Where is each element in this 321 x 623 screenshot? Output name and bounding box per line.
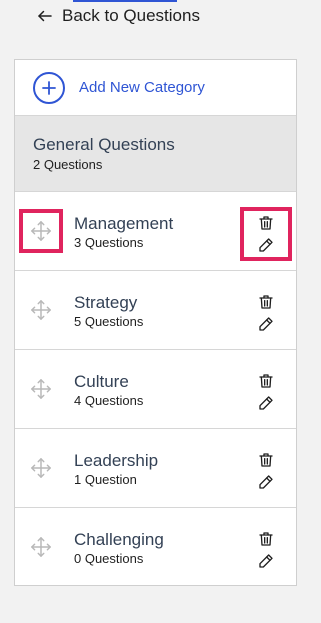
delete-button[interactable] [257,214,275,232]
category-row: Management 3 Questions [15,192,296,271]
move-icon [31,221,51,241]
category-row: Leadership 1 Question [15,429,296,508]
trash-icon [259,532,273,546]
category-actions [240,523,292,577]
edit-button[interactable] [257,236,275,254]
category-count: 4 Questions [74,393,144,408]
category-count: 5 Questions [74,314,144,329]
top-accent-bar [73,0,177,2]
category-text: Challenging 0 Questions [74,530,164,566]
general-count: 2 Questions [33,157,103,172]
category-text: Management 3 Questions [74,214,173,250]
pencil-icon [259,238,273,252]
drag-handle[interactable] [19,525,63,569]
edit-button[interactable] [257,315,275,333]
plus-circle-icon [33,71,65,104]
arrow-left-icon [38,10,52,22]
category-text: Culture 4 Questions [74,372,143,408]
drag-handle[interactable] [19,367,63,411]
trash-icon [259,453,273,467]
trash-icon [259,295,273,309]
category-title: Culture [74,372,129,391]
delete-button[interactable] [257,530,275,548]
category-actions [240,365,292,419]
pencil-icon [259,475,273,489]
move-icon [31,300,51,320]
category-title: Leadership [74,451,159,470]
trash-icon [259,216,273,230]
move-icon [31,379,51,399]
category-actions [240,207,292,261]
general-questions-item[interactable]: General Questions 2 Questions [15,116,296,192]
category-title: Management [74,214,174,233]
category-count: 3 Questions [74,235,144,250]
pencil-icon [259,396,273,410]
back-label: Back to Questions [62,6,200,25]
category-actions [240,444,292,498]
delete-button[interactable] [257,451,275,469]
move-icon [31,537,51,557]
add-category-label: Add New Category [79,79,205,96]
category-title: Challenging [74,530,164,549]
edit-button[interactable] [257,552,275,570]
category-count: 0 Questions [74,551,144,566]
delete-button[interactable] [257,293,275,311]
category-text: Strategy 5 Questions [74,293,143,329]
delete-button[interactable] [257,372,275,390]
add-new-category-button[interactable]: Add New Category [15,60,296,116]
back-to-questions-link[interactable]: Back to Questions [36,4,200,28]
drag-handle[interactable] [19,446,63,490]
drag-handle[interactable] [19,209,63,253]
general-title: General Questions [33,135,175,154]
category-row: Strategy 5 Questions [15,271,296,350]
edit-button[interactable] [257,394,275,412]
category-panel: Add New Category General Questions 2 Que… [14,59,297,586]
drag-handle[interactable] [19,288,63,332]
trash-icon [259,374,273,388]
category-text: Leadership 1 Question [74,451,158,487]
pencil-icon [259,317,273,331]
category-count: 1 Question [74,472,137,487]
category-actions [240,286,292,340]
move-icon [31,458,51,478]
pencil-icon [259,554,273,568]
page: Back to Questions Add New Category Gener… [0,0,321,623]
edit-button[interactable] [257,473,275,491]
category-row: Challenging 0 Questions [15,508,296,587]
category-title: Strategy [74,293,138,312]
category-row: Culture 4 Questions [15,350,296,429]
